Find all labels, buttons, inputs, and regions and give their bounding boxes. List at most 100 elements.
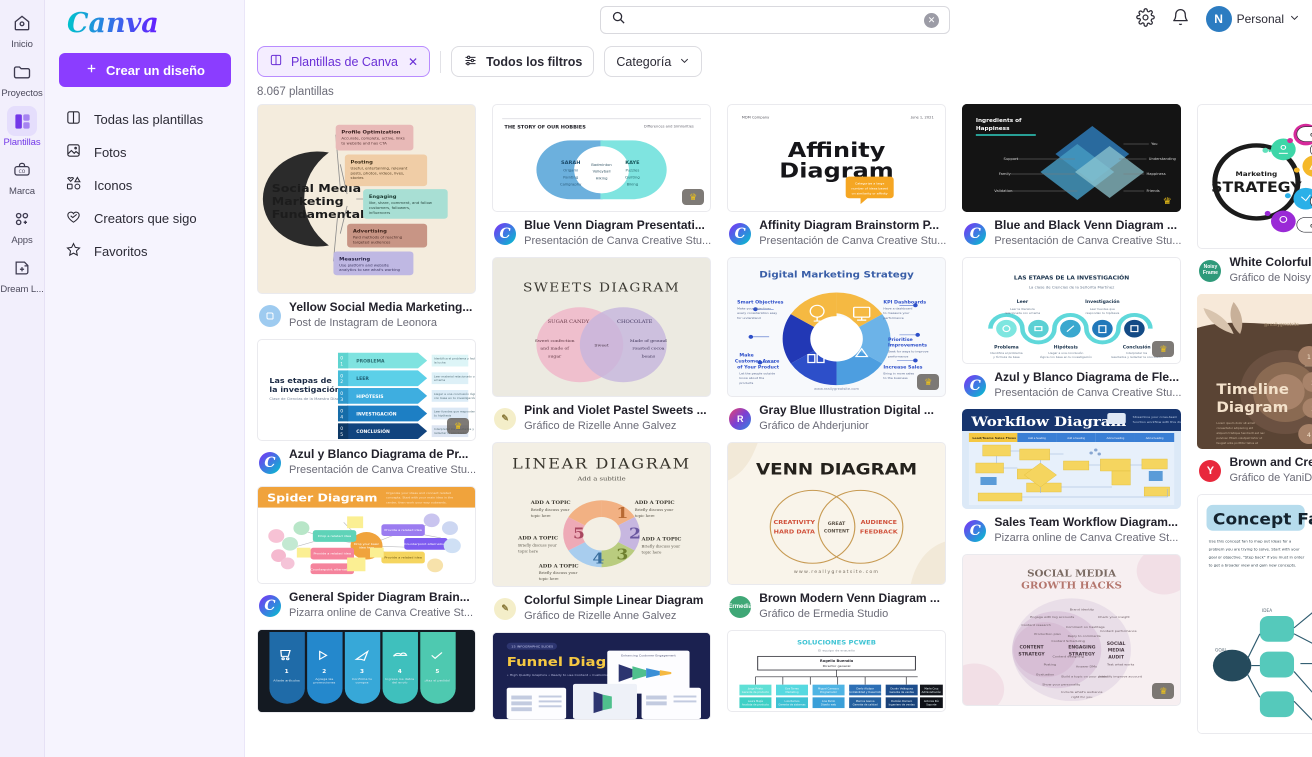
template-meta: Y Brown and Cream Aesthetic Ti... Gráfic… (1197, 449, 1312, 486)
template-card[interactable]: VENN DIAGRAM CREATIVITY HARD DATA AUDIEN… (727, 442, 947, 622)
svg-text:GREAT: GREAT (828, 521, 846, 527)
nav-item-todas-las-plantillas[interactable]: Todas las plantillas (59, 103, 230, 136)
folder-icon (7, 57, 37, 87)
avatar[interactable] (259, 451, 281, 474)
svg-text:Biking: Biking (627, 183, 639, 187)
svg-text:@reallygreatsite: @reallygreatsite (1264, 322, 1300, 327)
pro-badge: ♛ (1152, 683, 1175, 699)
template-card[interactable]: THE STORY OF OUR HOBBIES Differences and… (492, 104, 712, 249)
svg-text:Provide a related idea: Provide a related idea (384, 556, 422, 560)
settings-button[interactable] (1135, 8, 1155, 30)
avatar[interactable]: R (729, 407, 752, 430)
nav-item-iconos[interactable]: Iconos (59, 169, 230, 202)
template-card[interactable]: Workflow Diagram Streamline your cross-t… (962, 409, 1182, 546)
close-icon[interactable]: ✕ (408, 55, 418, 69)
template-card[interactable]: LINEAR DIAGRAM Add a subtitle 1 2 3 4 5 … (492, 442, 712, 624)
svg-text:2: 2 (322, 669, 326, 675)
notifications-button[interactable] (1171, 8, 1190, 30)
svg-text:Have a dashboard: Have a dashboard (884, 306, 913, 310)
template-card[interactable]: Digital Marketing Strategy Smart Objecti… (727, 257, 947, 434)
avatar[interactable] (964, 519, 987, 542)
svg-text:to measure your: to measure your (884, 311, 911, 315)
template-card[interactable]: 1 Añade artículos 2 Agrega las promocion… (257, 629, 477, 713)
avatar[interactable] (494, 222, 517, 245)
template-card[interactable]: Concept Fan Use this concept fan to map … (1197, 494, 1312, 734)
svg-text:for understand: for understand (737, 316, 761, 320)
template-card[interactable]: @reallygreatsite Timeline Diagram Lorem … (1197, 294, 1312, 486)
template-card[interactable]: SOLUCIONES PCWEB El equipo de ensueño Ro… (727, 630, 947, 712)
all-filters-button[interactable]: Todos los filtros (451, 46, 595, 77)
svg-text:y fórmula de base: y fórmula de base (993, 355, 1020, 359)
avatar[interactable] (964, 222, 987, 245)
svg-text:Include what's audience: Include what's audience (1062, 690, 1103, 694)
svg-text:Posting: Posting (1044, 663, 1056, 667)
svg-text:Luis Ramos: Luis Ramos (785, 700, 801, 703)
avatar[interactable]: ✎ (494, 407, 517, 430)
svg-text:LEER: LEER (356, 377, 369, 383)
template-card[interactable]: SOCIAL MEDIA GROWTH HACKS CONTENT STRATE… (962, 554, 1182, 706)
svg-text:ADD A TOPIC: ADD A TOPIC (517, 536, 558, 542)
avatar[interactable] (729, 222, 752, 245)
svg-text:HARD DATA: HARD DATA (774, 529, 816, 535)
template-card[interactable]: Marketing STRATEGY Noisy Frame White Col… (1197, 104, 1312, 286)
avatar[interactable]: Ermedia (729, 595, 752, 618)
template-thumbnail: SOCIAL MEDIA GROWTH HACKS CONTENT STRATE… (962, 554, 1182, 706)
filters-row: Plantillas de Canva ✕ Todos los filtros … (245, 40, 1312, 77)
template-card[interactable]: 15 INFOGRAPHIC SLIDES Funnel Diagram • H… (492, 632, 712, 720)
svg-text:Programador: Programador (820, 691, 837, 694)
svg-text:Categorize a large: Categorize a large (855, 182, 884, 186)
svg-text:¡Haz el pedido!: ¡Haz el pedido! (424, 679, 450, 683)
svg-text:Puzzles: Puzzles (626, 169, 640, 173)
svg-text:KAYE: KAYE (625, 160, 639, 166)
plus-icon (85, 62, 98, 78)
svg-text:Ana Pardo: Ana Pardo (822, 700, 836, 703)
search-input[interactable] (634, 12, 924, 28)
nav-item-fotos[interactable]: Fotos (59, 136, 230, 169)
avatar[interactable] (259, 304, 281, 327)
template-thumbnail: Workflow Diagram Streamline your cross-t… (962, 409, 1182, 509)
pro-badge: ♛ (917, 374, 940, 390)
template-title: Colorful Simple Linear Diagram (524, 593, 704, 607)
account-menu[interactable]: N Personal (1205, 6, 1300, 32)
rail-item-plantillas[interactable]: Plantillas (0, 106, 45, 148)
template-card[interactable]: Spider Diagram Organize your ideas and c… (257, 486, 477, 621)
template-card[interactable]: Social Media Marketing Fundamentals Prof… (257, 104, 477, 331)
template-subtitle: Presentación de Canva Creative Stu... (994, 387, 1182, 399)
nav-item-creators-que-sigo[interactable]: Creators que sigo (59, 202, 230, 235)
template-card[interactable]: MDM Company June 1, 2021 Affinity Diagra… (727, 104, 947, 249)
rail-item-inicio[interactable]: Inicio (0, 8, 45, 50)
template-meta: Azul y Blanco Diagrama de Fle... Present… (962, 364, 1181, 401)
svg-text:STRATEGY: STRATEGY (1212, 180, 1303, 196)
category-dropdown[interactable]: Categoría (604, 46, 703, 77)
svg-text:Prioritise: Prioritise (888, 337, 913, 343)
clear-search-button[interactable]: ✕ (924, 12, 939, 28)
svg-text:SARAH: SARAH (561, 160, 581, 166)
avatar[interactable]: Y (1199, 459, 1222, 482)
rail-item-dream-lab[interactable]: Dream L... (0, 253, 45, 295)
template-card[interactable]: LAS ETAPAS DE LA INVESTIGACIÓN La clase … (962, 257, 1182, 401)
create-design-button[interactable]: Crear un diseño (59, 53, 231, 87)
avatar[interactable] (964, 374, 987, 397)
svg-text:Gerente de sistemas: Gerente de sistemas (779, 704, 807, 707)
all-filters-label: Todos los filtros (486, 54, 583, 69)
avatar[interactable] (259, 594, 281, 617)
svg-text:Gerente de producto: Gerente de producto (742, 691, 770, 694)
avatar[interactable]: Noisy Frame (1199, 259, 1222, 282)
rail-item-apps[interactable]: Apps (0, 204, 45, 246)
rail-item-marca[interactable]: CO Marca (0, 155, 45, 197)
rail-item-proyectos[interactable]: Proyectos (0, 57, 45, 99)
svg-text:Painting: Painting (563, 176, 578, 180)
filter-chip-plantillas-de-canva[interactable]: Plantillas de Canva ✕ (257, 46, 431, 77)
nav-item-favoritos[interactable]: Favoritos (59, 235, 230, 268)
svg-text:Drop a related idea: Drop a related idea (318, 534, 351, 538)
search-bar[interactable]: ✕ (600, 6, 950, 34)
svg-text:Engaging: Engaging (369, 194, 397, 200)
svg-text:problem you are trying to solv: problem you are trying to solve. Start w… (1209, 548, 1301, 552)
template-card[interactable]: Las etapas de la investigación Clase de … (257, 339, 477, 478)
svg-text:Añade artículos: Añade artículos (273, 679, 300, 683)
template-card[interactable]: SWEETS DIAGRAM SUGAR CANDY CHOCOLATE Swe… (492, 257, 712, 434)
avatar[interactable]: ✎ (494, 597, 517, 620)
canva-logo[interactable]: Canva (67, 8, 230, 39)
template-card[interactable]: Ingredients of Happiness You Support Fam… (962, 104, 1182, 249)
results-count: 8.067 plantillas (257, 86, 334, 98)
